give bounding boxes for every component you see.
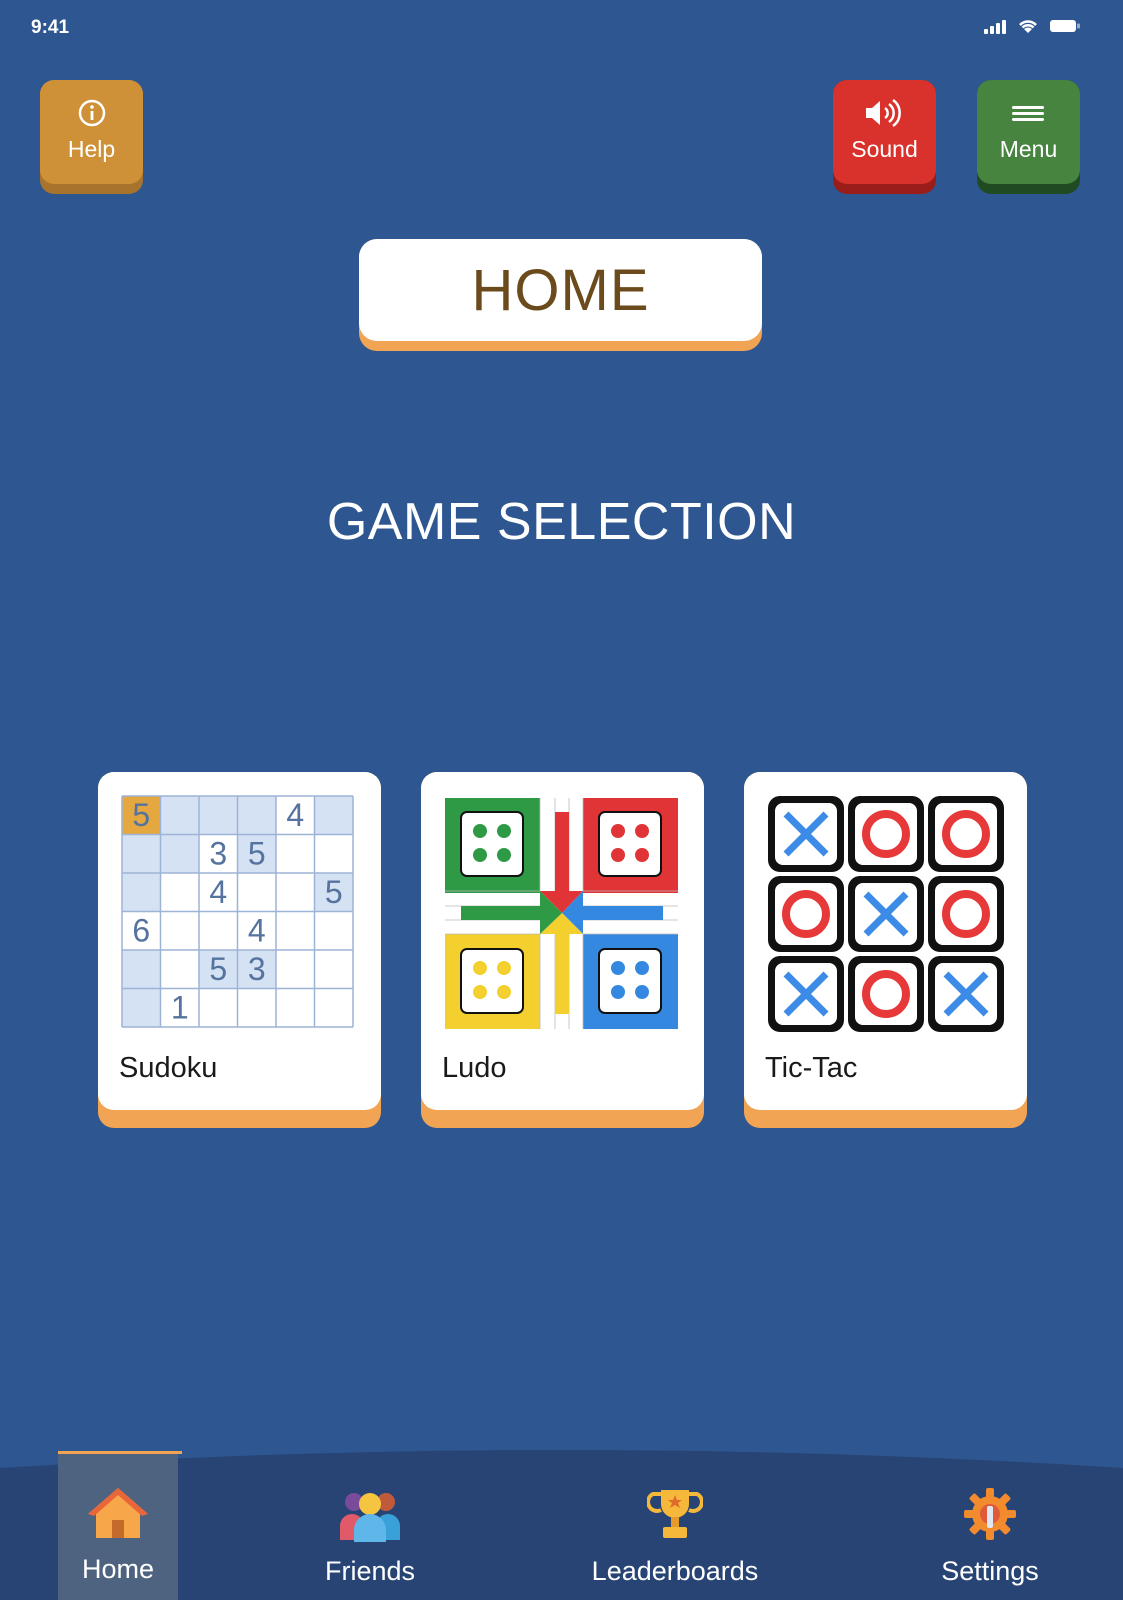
- status-icons: [983, 18, 1081, 34]
- signal-icon: [984, 20, 1006, 34]
- game-card-ludo[interactable]: Ludo: [421, 772, 704, 1128]
- nav-label-home: Home: [81, 1554, 155, 1584]
- sudoku-digit: 5: [132, 797, 150, 833]
- nav-item-settings[interactable]: Settings: [915, 1454, 1065, 1600]
- battery-icon: [1050, 20, 1080, 32]
- status-bar: 9:41: [0, 0, 1123, 56]
- nav-label-settings: Settings: [941, 1556, 1039, 1586]
- sound-label: Sound: [851, 136, 918, 162]
- sudoku-digit: 5: [325, 874, 343, 910]
- info-icon: [78, 99, 105, 127]
- hamburger-icon: [1012, 106, 1045, 121]
- sound-button[interactable]: Sound: [833, 80, 936, 194]
- trophy-icon: [647, 1490, 703, 1538]
- nav-item-leaderboards[interactable]: Leaderboards: [575, 1454, 775, 1600]
- ludo-thumbnail: [441, 792, 684, 1035]
- sudoku-digit: 1: [171, 990, 189, 1026]
- sudoku-digit: 3: [209, 836, 227, 872]
- game-label-ludo: Ludo: [442, 1052, 507, 1084]
- sudoku-digit: 4: [286, 797, 304, 833]
- wifi-icon: [1019, 20, 1037, 33]
- sudoku-digit: 4: [248, 913, 266, 949]
- nav-label-friends: Friends: [324, 1556, 416, 1586]
- game-label-sudoku: Sudoku: [119, 1052, 218, 1084]
- speaker-icon: [866, 98, 902, 128]
- sudoku-thumbnail: 5 43 54 56 45 31: [121, 795, 354, 1028]
- menu-button[interactable]: Menu: [977, 80, 1080, 194]
- page-title-plate: HOME: [359, 239, 762, 351]
- nav-active-indicator: [58, 1451, 182, 1454]
- sudoku-digit: 4: [209, 874, 227, 910]
- section-title: GAME SELECTION: [326, 493, 797, 551]
- nav-item-friends[interactable]: Friends: [310, 1454, 430, 1600]
- sudoku-digit: 6: [132, 913, 150, 949]
- page-title: HOME: [359, 239, 762, 341]
- sudoku-digit: 5: [248, 836, 266, 872]
- house-icon: [88, 1488, 148, 1538]
- nav-label-leaderboards: Leaderboards: [591, 1556, 759, 1586]
- bottom-nav: Home Friends Leaderboards Settings: [0, 1440, 1123, 1600]
- menu-label: Menu: [999, 136, 1058, 162]
- status-time: 9:41: [31, 17, 70, 38]
- help-label: Help: [67, 136, 116, 162]
- game-label-tictac: Tic-Tac: [765, 1052, 858, 1084]
- gear-icon: [964, 1488, 1016, 1540]
- game-card-tictac[interactable]: Tic-Tac: [744, 772, 1027, 1128]
- nav-item-home[interactable]: Home: [58, 1451, 182, 1600]
- help-button[interactable]: Help: [40, 80, 143, 194]
- sudoku-digit: 5: [209, 951, 227, 987]
- sudoku-digit: 3: [248, 951, 266, 987]
- tictactoe-thumbnail: [768, 796, 1004, 1032]
- people-icon: [340, 1493, 400, 1542]
- game-card-sudoku[interactable]: 54354564531 Sudoku: [98, 772, 381, 1128]
